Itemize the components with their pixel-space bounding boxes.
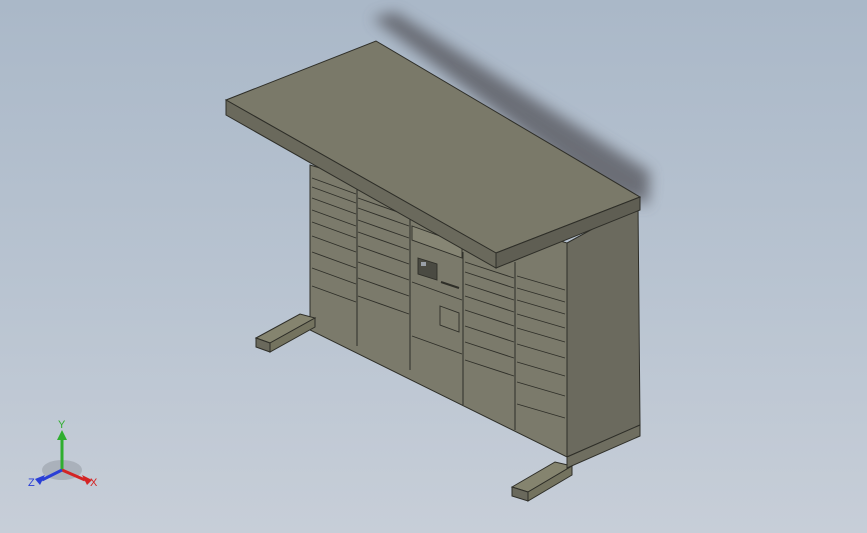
z-axis-label: Z	[28, 477, 35, 489]
graphics-viewport[interactable]: Y X Z	[0, 0, 867, 533]
orientation-triad: Y X Z	[28, 419, 98, 489]
cabinet-side-panel	[566, 203, 641, 458]
locker-model[interactable]	[0, 0, 867, 533]
base-foot-right	[510, 461, 574, 502]
base-foot-left	[254, 313, 317, 353]
y-axis-label: Y	[58, 419, 66, 431]
x-axis-label: X	[90, 477, 98, 489]
y-axis-arrow	[57, 430, 67, 440]
